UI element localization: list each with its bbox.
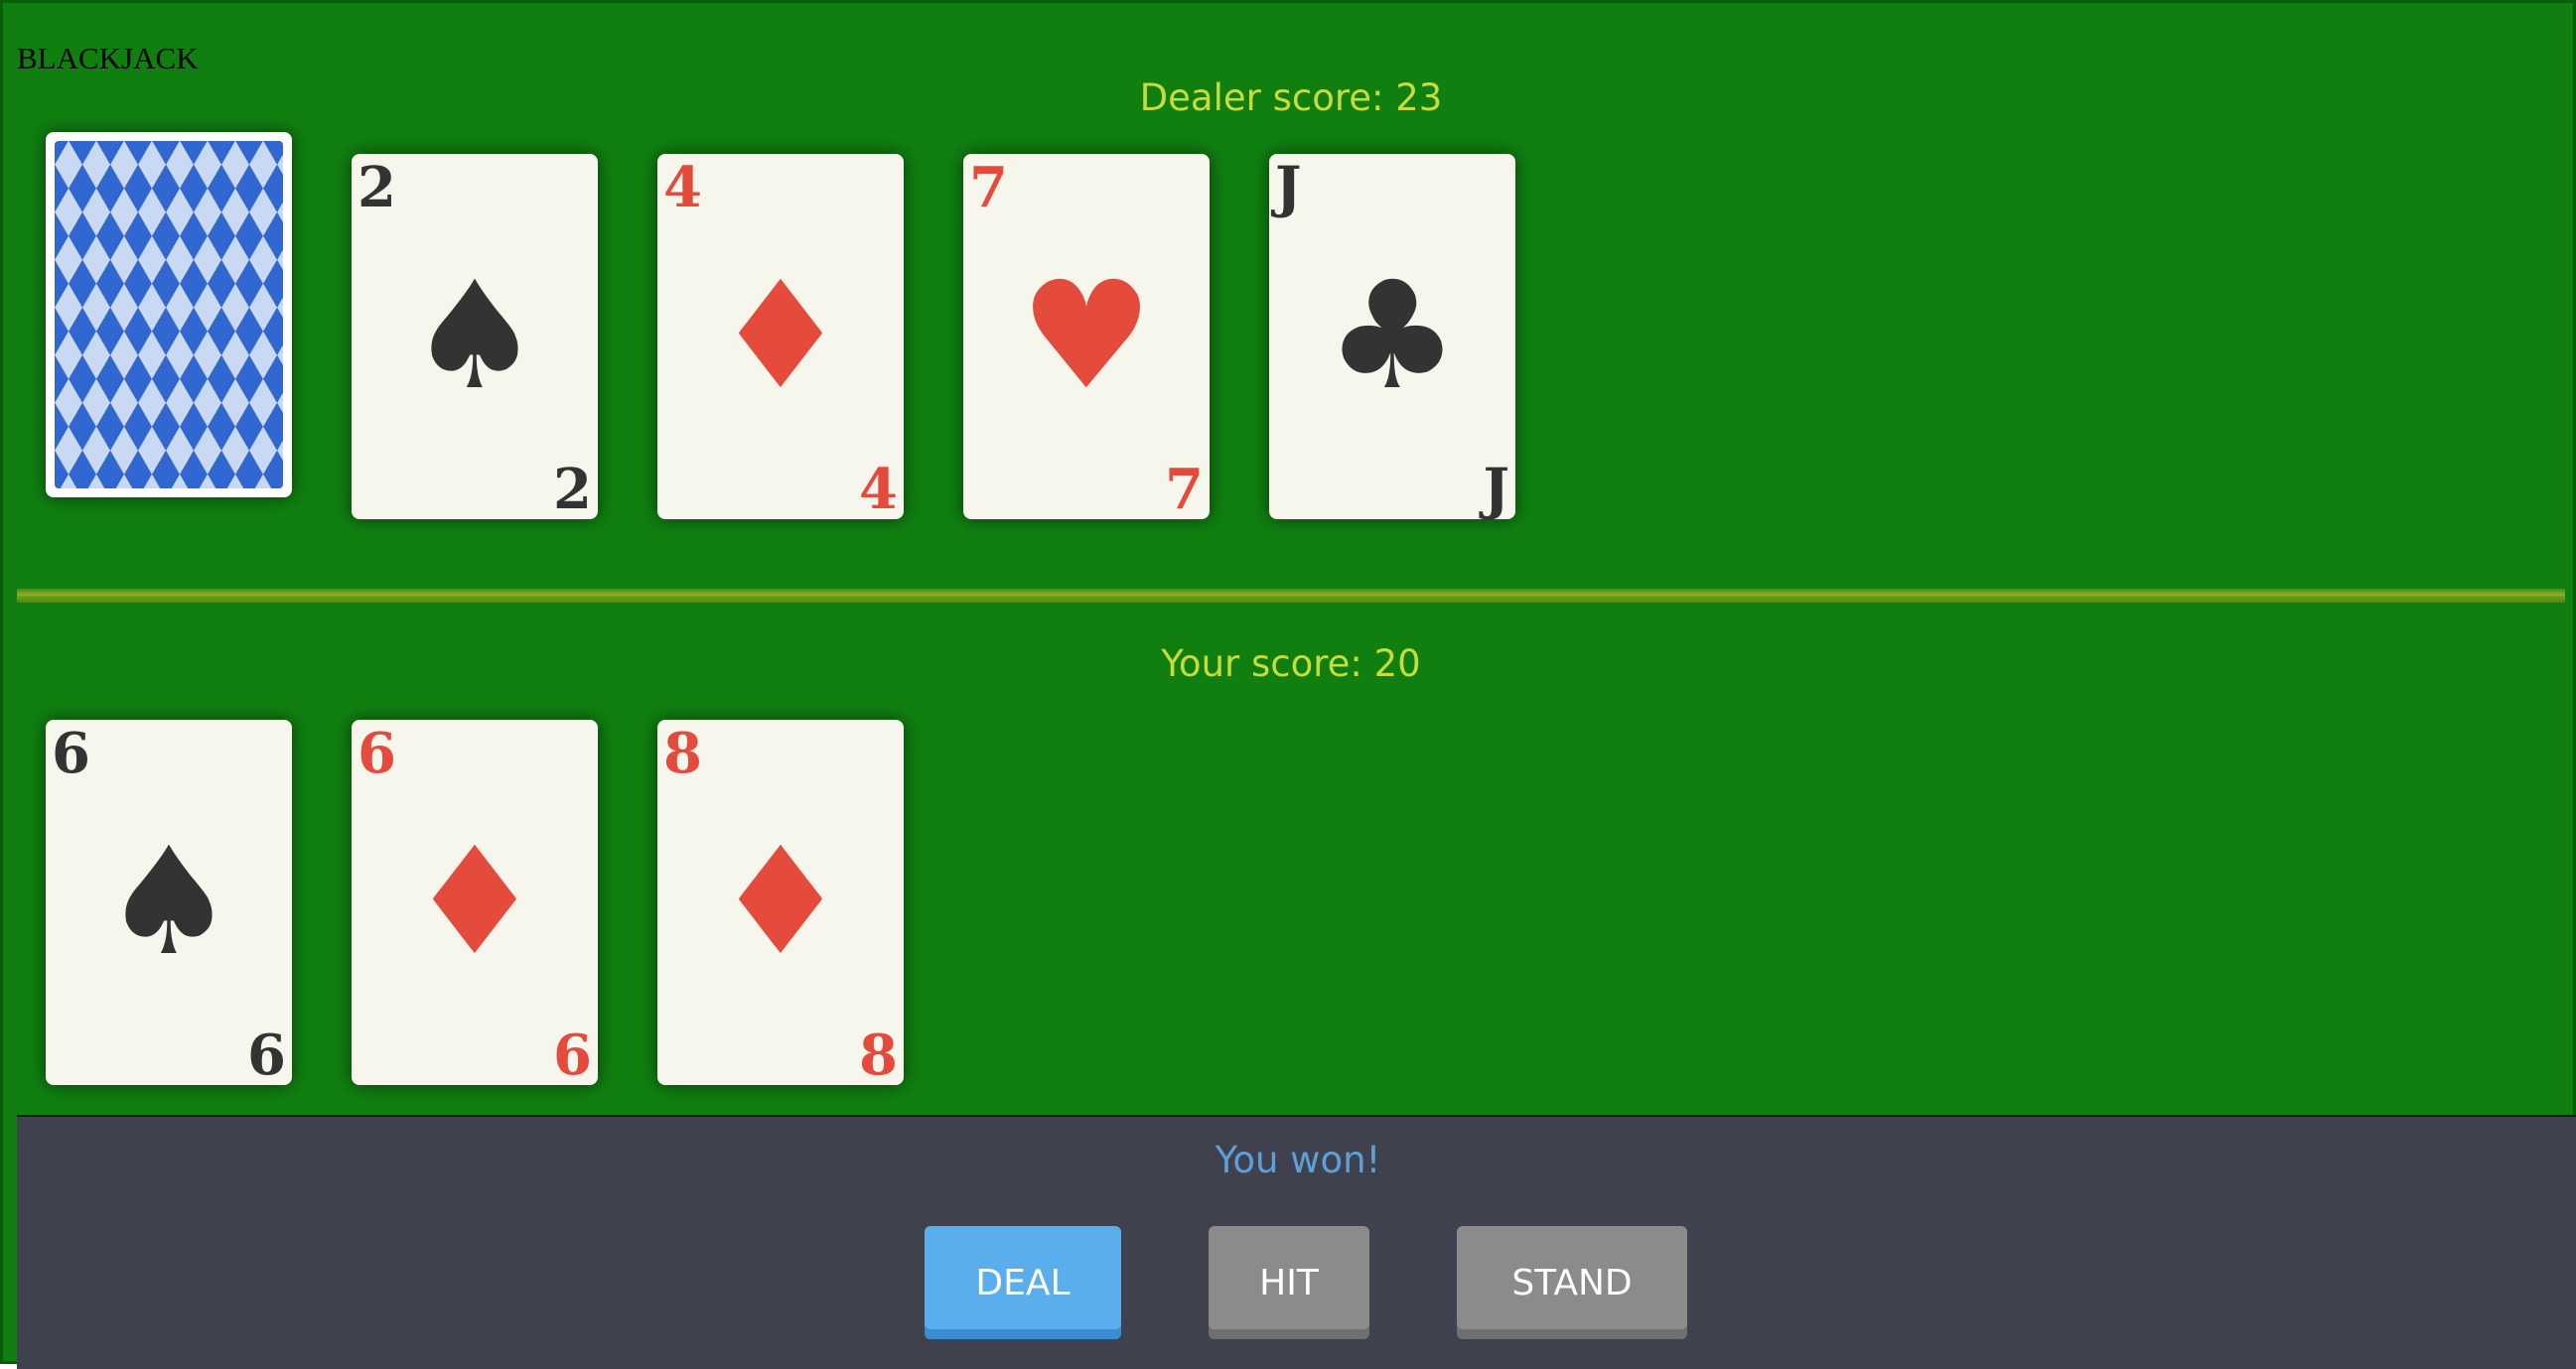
card-rank: 6 xyxy=(553,1023,592,1088)
player-card: 8 ♦ 8 xyxy=(657,720,904,1085)
card-rank: J xyxy=(1483,457,1510,522)
card-suit-icon: ♦ xyxy=(407,816,542,989)
player-hand: 6 ♠ 6 6 ♦ 6 8 ♦ 8 xyxy=(3,3,2576,1085)
card-rank: 6 xyxy=(358,721,396,786)
player-card: 6 ♦ 6 xyxy=(352,720,598,1085)
player-card: 6 ♠ 6 xyxy=(46,720,292,1085)
card-rank: 2 xyxy=(553,457,592,522)
stand-button[interactable]: STAND xyxy=(1457,1226,1687,1339)
deal-button[interactable]: DEAL xyxy=(925,1226,1121,1339)
card-suit-icon: ♦ xyxy=(713,816,848,989)
card-rank: 8 xyxy=(859,1023,898,1088)
card-rank: 7 xyxy=(1165,457,1204,522)
control-panel: You won! DEAL HIT STAND xyxy=(17,1115,2576,1369)
hit-button[interactable]: HIT xyxy=(1209,1226,1369,1339)
card-suit-icon: ♠ xyxy=(101,816,236,989)
game-table: BLACKJACK Dealer score: 23 2 ♠ 2 4 ♦ 4 7 ♥ 7 J ♣ J … xyxy=(0,0,2576,1369)
card-rank: 4 xyxy=(859,457,898,522)
table-divider xyxy=(17,589,2565,603)
card-rank: 6 xyxy=(52,721,90,786)
status-message: You won! xyxy=(1215,1139,1381,1181)
player-score: Your score: 20 xyxy=(1161,642,1421,685)
card-rank: 8 xyxy=(663,721,702,786)
card-rank: 6 xyxy=(247,1023,286,1088)
